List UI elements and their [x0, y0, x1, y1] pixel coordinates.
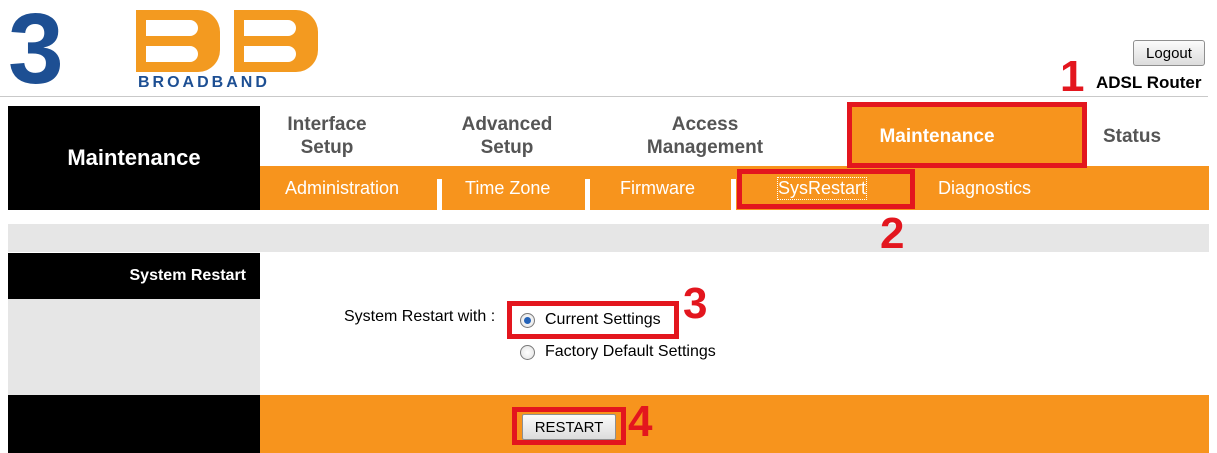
option-label: Factory Default Settings	[545, 343, 716, 360]
submenu-diagnostics[interactable]: Diagnostics	[938, 166, 1031, 210]
annotation-box-restart	[512, 407, 626, 445]
logo-b-shape	[136, 10, 220, 72]
section-title: Maintenance	[8, 106, 260, 210]
menu-label: Advanced Setup	[461, 114, 553, 158]
submenu-separator	[437, 179, 442, 210]
menu-advanced-setup[interactable]: Advanced Setup	[440, 106, 574, 166]
menu-label: Status	[1102, 125, 1162, 147]
footer-bar	[260, 395, 1209, 453]
logo-b-shape	[234, 10, 318, 72]
menu-status[interactable]: Status	[1087, 106, 1177, 166]
submenu-time-zone[interactable]: Time Zone	[465, 166, 550, 210]
submenu-administration[interactable]: Administration	[285, 166, 399, 210]
radio-factory-default[interactable]	[520, 344, 535, 360]
content-top-bar	[8, 224, 1209, 252]
logo-mark: 3	[8, 0, 64, 105]
restart-with-label: System Restart with :	[344, 308, 496, 325]
submenu-firmware[interactable]: Firmware	[620, 166, 695, 210]
menu-access-management[interactable]: Access Management	[620, 106, 790, 166]
menu-label: Access Management	[646, 114, 764, 158]
menu-interface-setup[interactable]: Interface Setup	[262, 106, 392, 166]
logout-button[interactable]: Logout	[1133, 40, 1205, 66]
annotation-step-1: 1	[1060, 52, 1085, 101]
annotation-box-maintenance	[847, 102, 1087, 168]
menu-label: Interface Setup	[287, 114, 367, 158]
annotation-step-3: 3	[683, 279, 708, 328]
logo-subtitle: BROADBAND	[138, 74, 270, 91]
annotation-box-current-settings	[507, 301, 679, 339]
header-divider	[0, 96, 1208, 97]
section-label: System Restart	[8, 253, 260, 299]
left-panel	[8, 299, 260, 395]
brand-logo: 3 BROADBAND	[8, 0, 338, 105]
annotation-box-sysrestart	[737, 169, 915, 209]
annotation-step-2: 2	[880, 209, 905, 258]
device-label: ADSL Router	[1096, 73, 1202, 92]
footer-left	[8, 395, 260, 453]
submenu-separator	[731, 179, 736, 210]
annotation-step-4: 4	[628, 397, 653, 446]
option-factory-default[interactable]: Factory Default Settings	[520, 343, 716, 361]
submenu-separator	[585, 179, 590, 210]
